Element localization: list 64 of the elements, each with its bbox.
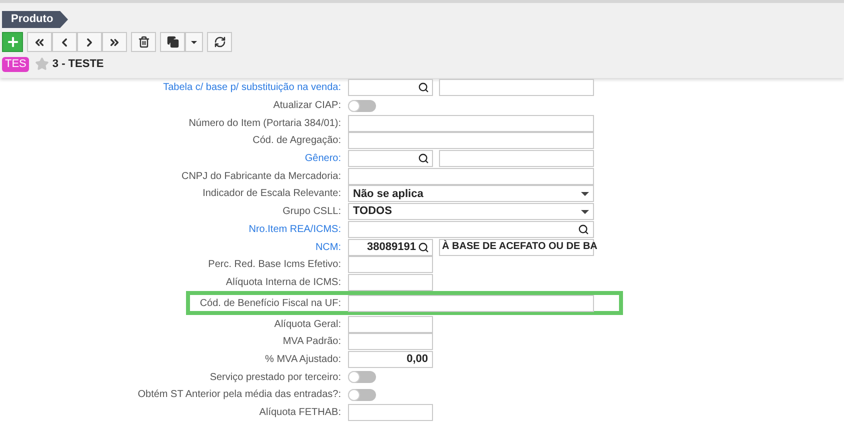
add-button[interactable] [2,32,23,52]
field-label: Obtém ST Anterior pela média das entradas?: [138,388,341,402]
field-label: Serviço prestado por terceiro: [210,370,341,385]
caret-icon [581,210,589,214]
field-label: Número do Item (Portaria 384/01): [188,116,341,131]
field-label: Alíquota Geral: [274,318,341,332]
description-field[interactable] [439,79,594,96]
code-field[interactable] [348,79,433,96]
field-label: Cód. de Agregação: [252,134,341,148]
input-field[interactable] [348,132,594,150]
field-label: Alíquota FETHAB: [259,406,341,420]
field-label: CNPJ do Fabricante da Mercadoria: [181,170,341,184]
field-link[interactable]: Nro.Item REA/ICMS: [248,222,341,237]
input-field[interactable] [348,256,433,274]
input-field[interactable] [348,274,433,291]
caret-icon [191,40,197,44]
toggle-switch[interactable] [348,100,376,112]
code-field[interactable]: 38089191 [348,238,433,256]
description-field[interactable] [439,150,594,168]
input-field[interactable] [348,294,594,312]
star-icon[interactable] [35,57,50,72]
refresh-icon [214,36,226,48]
field-label: Perc. Red. Base Icms Efetivo: [208,258,341,272]
field-label: MVA Padrão: [282,335,341,350]
plus-icon [6,35,20,49]
delete-button[interactable] [131,32,156,52]
trash-icon [138,36,150,48]
search-icon [418,82,429,94]
field-label: Alíquota Interna de ICMS: [226,276,341,290]
field-label: Cód. de Benefício Fiscal na UF: [200,296,341,311]
field-link[interactable]: NCM: [315,240,341,255]
input-field[interactable]: 0,00 [348,350,433,368]
select-field[interactable]: TODOS [348,203,594,220]
search-icon [418,153,429,164]
search-field[interactable] [348,220,594,238]
toggle-switch[interactable] [348,371,376,384]
select-field[interactable]: Não se aplica [348,185,594,202]
copy-button[interactable] [160,32,185,52]
caret-icon [581,192,589,196]
toggle-switch[interactable] [348,388,376,401]
field-link[interactable]: Tabela c/ base p/ substituição na venda: [163,80,341,96]
copy-icon [166,36,178,48]
search-icon [418,242,429,253]
next-button[interactable] [77,32,102,52]
record-tag: TES [2,56,30,72]
search-icon [578,224,589,235]
code-field[interactable] [348,150,433,168]
dropdown-button[interactable] [185,32,203,52]
field-label: Atualizar CIAP: [273,99,341,114]
first-button[interactable] [27,32,52,52]
record-title: 3 - TESTE [52,57,104,72]
input-field[interactable] [348,168,594,185]
last-button[interactable] [102,32,127,52]
input-field[interactable] [348,404,433,422]
input-field[interactable] [348,114,594,132]
previous-button[interactable] [52,32,77,52]
field-label: % MVA Ajustado: [265,352,341,367]
field-label: Grupo CSLL: [282,205,341,220]
input-field[interactable] [348,316,433,333]
input-field[interactable] [348,333,433,350]
breadcrumb-tag[interactable]: Produto [2,11,68,28]
field-label: Indicador de Escala Relevante: [202,187,341,202]
refresh-button[interactable] [207,32,232,52]
field-link[interactable]: Gênero: [304,151,341,166]
